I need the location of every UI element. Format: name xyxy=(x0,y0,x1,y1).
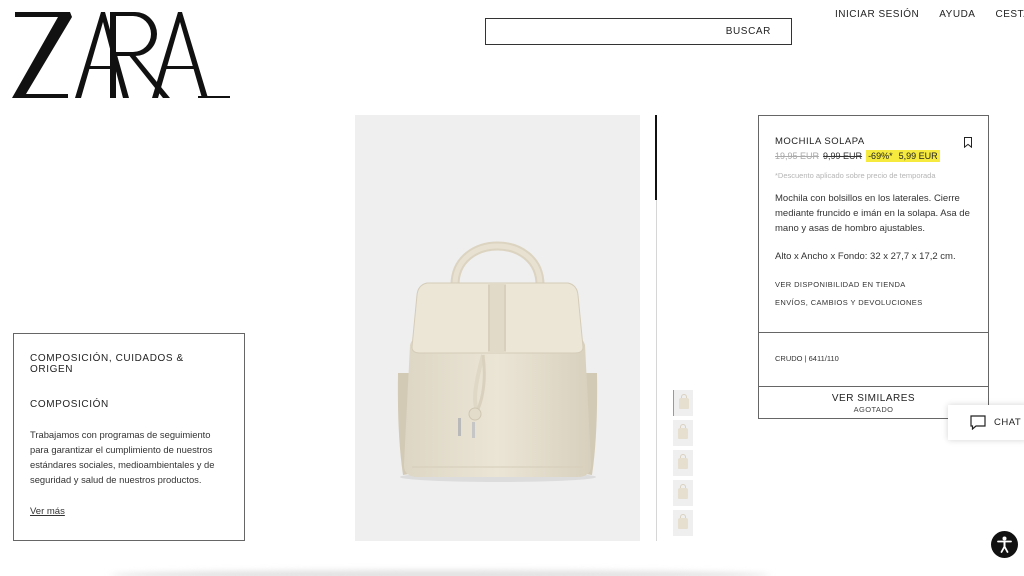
bottom-shadow xyxy=(110,570,770,576)
product-name: MOCHILA SOLAPA xyxy=(775,136,865,147)
thumbnail-3[interactable] xyxy=(673,450,693,476)
product-dimensions: Alto x Ancho x Fondo: 32 x 27,7 x 17,2 c… xyxy=(775,251,956,262)
chat-button[interactable]: CHAT xyxy=(948,405,1024,440)
chat-bubble-icon xyxy=(970,415,986,430)
see-more-link[interactable]: Ver más xyxy=(30,506,65,517)
accessibility-button[interactable] xyxy=(991,531,1018,558)
zara-logo[interactable] xyxy=(12,8,232,100)
store-availability-link[interactable]: VER DISPONIBILIDAD EN TIENDA xyxy=(775,280,972,289)
product-description: Mochila con bolsillos en los laterales. … xyxy=(775,193,970,234)
composition-panel: COMPOSICIÓN, CUIDADOS & ORIGEN COMPOSICI… xyxy=(13,333,245,541)
thumbnail-strip xyxy=(673,390,693,540)
composition-text: Trabajamos con programas de seguimiento … xyxy=(30,429,215,485)
discount-note: *Descuento aplicado sobre precio de temp… xyxy=(775,171,936,180)
search-input[interactable]: BUSCAR xyxy=(485,18,792,45)
thumbnail-1[interactable] xyxy=(673,390,693,416)
previous-price: 9,99 EUR xyxy=(823,151,863,161)
product-info-panel: MOCHILA SOLAPA 19,95 EUR 9,99 EUR -69%* 5… xyxy=(758,115,989,419)
discount-percent: -69%* xyxy=(868,151,893,161)
thumbnail-4[interactable] xyxy=(673,480,693,506)
accessibility-icon xyxy=(997,536,1012,553)
zara-logo-graphic xyxy=(12,12,230,98)
composition-subtitle: COMPOSICIÓN xyxy=(30,399,109,410)
thumbnail-2[interactable] xyxy=(673,420,693,446)
cart-link[interactable]: CESTA (0 xyxy=(995,9,1024,20)
product-main-image[interactable] xyxy=(355,115,640,541)
login-link[interactable]: INICIAR SESIÓN xyxy=(835,9,919,20)
thumbnail-5[interactable] xyxy=(673,510,693,536)
shipping-returns-link[interactable]: ENVÍOS, CAMBIOS Y DEVOLUCIONES xyxy=(775,298,972,307)
bookmark-icon[interactable] xyxy=(964,137,972,148)
color-reference[interactable]: CRUDO | 6411/110 xyxy=(759,333,988,387)
search-label: BUSCAR xyxy=(725,26,771,37)
see-similar-label: VER SIMILARES xyxy=(831,393,916,404)
image-scroll-thumb[interactable] xyxy=(655,115,657,200)
original-price: 19,95 EUR xyxy=(775,151,820,161)
current-price: 5,99 EUR xyxy=(898,151,938,161)
product-details: MOCHILA SOLAPA 19,95 EUR 9,99 EUR -69%* 5… xyxy=(759,116,988,333)
help-link[interactable]: AYUDA xyxy=(939,9,975,20)
backpack-image xyxy=(397,241,598,482)
top-navigation: INICIAR SESIÓN AYUDA CESTA (0 xyxy=(835,9,1024,20)
sale-price-highlight: -69%* 5,99 EUR xyxy=(866,150,940,162)
composition-panel-title: COMPOSICIÓN, CUIDADOS & ORIGEN xyxy=(30,353,184,375)
chat-label: CHAT xyxy=(994,417,1022,428)
price-row: 19,95 EUR 9,99 EUR -69%* 5,99 EUR xyxy=(775,150,972,162)
